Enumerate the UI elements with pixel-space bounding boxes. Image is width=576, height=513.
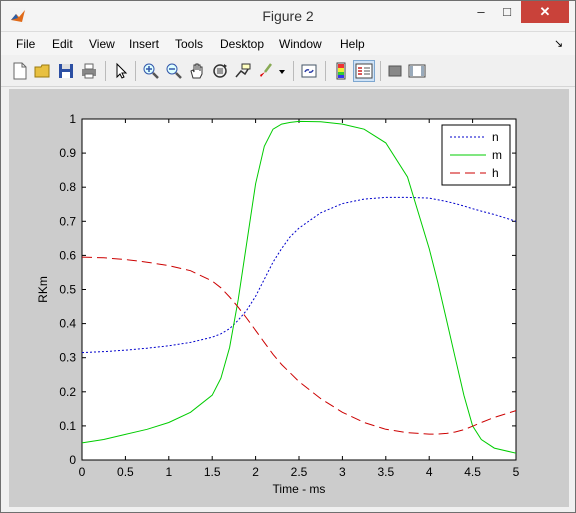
- brush-dropdown-icon[interactable]: [277, 61, 287, 81]
- menu-tools[interactable]: Tools: [175, 37, 203, 51]
- y-tick-label: 0.2: [59, 385, 76, 399]
- y-tick-label: 0.4: [59, 317, 76, 331]
- x-tick-label: 2.5: [291, 465, 308, 479]
- edit-plot-arrow-icon[interactable]: [111, 61, 131, 81]
- x-tick-label: 1: [165, 465, 172, 479]
- figure-toolbar: [1, 56, 575, 87]
- print-icon[interactable]: [79, 61, 99, 81]
- menu-window[interactable]: Window: [279, 37, 322, 51]
- y-tick-label: 0.1: [59, 419, 76, 433]
- y-tick-label: 0.6: [59, 248, 76, 262]
- open-file-icon[interactable]: [33, 61, 53, 81]
- menu-file[interactable]: File: [16, 37, 35, 51]
- link-plot-icon[interactable]: [299, 61, 319, 81]
- x-tick-label: 3.5: [377, 465, 394, 479]
- minimize-button[interactable]: –: [468, 1, 494, 23]
- line-chart[interactable]: 0 0.5 1 1.5 2 2.5 3 3.5 4 4.5 5 0 0.1 0.2 0.3 0.4 0.5 0.6…: [9, 89, 569, 507]
- y-tick-label: 0.3: [59, 351, 76, 365]
- zoom-out-icon[interactable]: [164, 61, 184, 81]
- toolbar-separator: [135, 61, 136, 81]
- toolbar-separator: [293, 61, 294, 81]
- x-tick-label: 4: [426, 465, 433, 479]
- x-tick-label: 0.5: [117, 465, 134, 479]
- new-figure-icon[interactable]: [10, 61, 30, 81]
- colorbar-icon[interactable]: [331, 61, 351, 81]
- x-tick-label: 5: [513, 465, 520, 479]
- y-tick-label: 0.9: [59, 146, 76, 160]
- show-plot-tools-icon[interactable]: [407, 61, 427, 81]
- figure-window: Figure 2 – □ ✕ File Edit View Insert Too…: [0, 0, 576, 513]
- legend-label-n: n: [492, 130, 499, 144]
- dock-arrow-icon[interactable]: ↘: [554, 37, 563, 50]
- legend[interactable]: nmh: [441, 124, 511, 186]
- rotate-3d-icon[interactable]: [210, 61, 230, 81]
- menu-view[interactable]: View: [89, 37, 115, 51]
- pan-hand-icon[interactable]: [187, 61, 207, 81]
- x-tick-label: 0: [79, 465, 86, 479]
- save-icon[interactable]: [56, 61, 76, 81]
- data-cursor-icon[interactable]: [233, 61, 253, 81]
- x-tick-label: 1.5: [204, 465, 221, 479]
- y-axis-label: RKm: [36, 276, 50, 303]
- figure-canvas: 0 0.5 1 1.5 2 2.5 3 3.5 4 4.5 5 0 0.1 0.2 0.3 0.4 0.5 0.6…: [9, 89, 569, 507]
- toolbar-separator: [105, 61, 106, 81]
- close-button[interactable]: ✕: [521, 1, 569, 23]
- menu-help[interactable]: Help: [340, 37, 365, 51]
- menu-edit[interactable]: Edit: [52, 37, 73, 51]
- toolbar-separator: [380, 61, 381, 81]
- menu-insert[interactable]: Insert: [129, 37, 159, 51]
- legend-label-m: m: [492, 148, 502, 162]
- y-tick-label: 0.7: [59, 214, 76, 228]
- menu-bar: File Edit View Insert Tools Desktop Wind…: [1, 32, 575, 55]
- zoom-in-icon[interactable]: [141, 61, 161, 81]
- toolbar-separator: [325, 61, 326, 81]
- hide-plot-tools-icon[interactable]: [385, 61, 405, 81]
- brush-icon[interactable]: [256, 61, 276, 81]
- x-axis-label: Time - ms: [273, 482, 326, 496]
- legend-icon[interactable]: [353, 60, 375, 82]
- y-tick-label: 0.8: [59, 180, 76, 194]
- maximize-button[interactable]: □: [494, 1, 520, 23]
- legend-label-h: h: [492, 166, 499, 180]
- y-tick-label: 0: [69, 453, 76, 467]
- x-tick-label: 2: [252, 465, 259, 479]
- x-tick-label: 3: [339, 465, 346, 479]
- menu-desktop[interactable]: Desktop: [220, 37, 264, 51]
- title-bar[interactable]: Figure 2 – □ ✕: [1, 1, 575, 32]
- y-tick-label: 0.5: [59, 283, 76, 297]
- y-tick-label: 1: [69, 112, 76, 126]
- x-tick-label: 4.5: [464, 465, 481, 479]
